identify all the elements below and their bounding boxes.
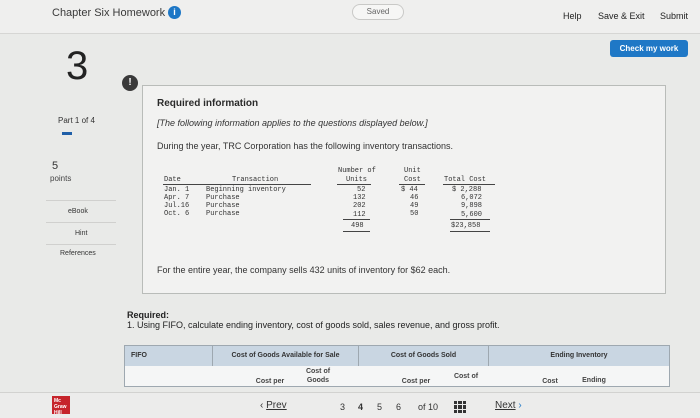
row-date: Jan. 1 (164, 186, 190, 194)
points-label: points (50, 174, 72, 183)
total-units: 498 (351, 222, 364, 230)
row-units: 132 (353, 194, 366, 202)
hint-link[interactable]: Hint (75, 230, 87, 237)
col-ending-header: Ending Inventory (489, 346, 669, 366)
row-date: Oct. 6 (164, 210, 190, 218)
panel-title: Required information (157, 98, 259, 109)
sub-cost-ending: Cost (542, 378, 558, 385)
total-double-underline (450, 231, 490, 232)
prev-button[interactable]: ‹ Prev (260, 400, 287, 411)
grid-cell (462, 405, 466, 409)
header-date: Date (164, 176, 181, 184)
col-sold-header: Cost of Goods Sold (359, 346, 489, 366)
page-total: of 10 (418, 402, 439, 412)
prev-label: Prev (266, 400, 287, 411)
total-double-underline (343, 231, 370, 232)
points-value: 5 (52, 160, 59, 172)
header-units-1: Number of (338, 167, 376, 175)
check-my-work-button[interactable]: Check my work (610, 40, 688, 57)
page-5[interactable]: 5 (377, 402, 382, 412)
row-units: 112 (353, 211, 366, 219)
row-units: 202 (353, 202, 366, 210)
part-label: Part 1 of 4 (58, 116, 95, 125)
submit-link[interactable]: Submit (660, 11, 688, 21)
row-transaction: Purchase (206, 210, 240, 218)
row-cost: 50 (410, 210, 419, 218)
row-total: 6,072 (461, 194, 483, 202)
row-cost: 46 (410, 194, 419, 202)
sub-cost-per: Cost per (255, 378, 285, 385)
panel-note: [The following information applies to th… (157, 118, 428, 128)
grid-icon[interactable] (454, 401, 466, 413)
row-total: 9,898 (461, 202, 483, 210)
row-transaction: Beginning inventory (206, 186, 286, 194)
part-progress-bar (62, 132, 72, 135)
next-label: Next (495, 400, 516, 411)
logo-line: Hill (54, 410, 62, 416)
sidebar-divider (46, 244, 116, 245)
grid-cell (462, 401, 466, 405)
question-number: 3 (66, 44, 89, 88)
ebook-link[interactable]: eBook (68, 208, 88, 215)
sub-cost-of: Cost of (305, 368, 331, 375)
sub-ending: Ending (582, 377, 606, 384)
grid-cell (454, 401, 458, 405)
row-transaction: Purchase (206, 202, 240, 210)
row-total: $ 2,288 (452, 186, 482, 194)
grid-cell (458, 401, 462, 405)
sidebar-divider (46, 200, 116, 201)
row-date: Jul.16 (164, 202, 190, 210)
chevron-right-icon: › (518, 400, 522, 411)
required-item: 1. Using FIFO, calculate ending inventor… (127, 320, 500, 330)
grid-cell (462, 409, 466, 413)
row-units: 52 (357, 186, 366, 194)
info-icon[interactable]: i (168, 6, 181, 19)
page-6[interactable]: 6 (396, 402, 401, 412)
save-exit-link[interactable]: Save & Exit (598, 11, 645, 21)
row-cost: 49 (410, 202, 419, 210)
required-heading: Required: (127, 310, 170, 320)
sub-goods: Goods (306, 377, 330, 384)
row-cost: $ 44 (401, 186, 418, 194)
saved-status: Saved (352, 4, 404, 20)
col-available-header: Cost of Goods Available for Sale (213, 346, 359, 366)
bottom-bar (0, 392, 700, 418)
header-cost-1: Unit (404, 167, 421, 175)
header-underline (399, 184, 425, 185)
header-cost-2: Cost (404, 176, 421, 184)
panel-intro: During the year, TRC Corporation has the… (157, 141, 453, 151)
header-units-2: Units (346, 176, 368, 184)
page-3[interactable]: 3 (340, 402, 345, 412)
grid-cell (458, 405, 462, 409)
grid-cell (458, 409, 462, 413)
grid-cell (454, 405, 458, 409)
chevron-left-icon: ‹ (260, 400, 264, 411)
header-underline (443, 184, 495, 185)
assignment-title: Chapter Six Homework (52, 7, 166, 19)
header-transaction: Transaction (232, 176, 279, 184)
next-button[interactable]: Next › (495, 400, 522, 411)
page-4[interactable]: 4 (358, 402, 363, 412)
row-total: 5,600 (461, 211, 483, 219)
mcgraw-hill-logo: Mc Graw Hill (52, 396, 70, 416)
row-transaction: Purchase (206, 194, 240, 202)
sub-cost-per-sold: Cost per (401, 378, 431, 385)
total-underline (450, 219, 490, 220)
alert-icon: ! (122, 75, 138, 91)
sidebar-divider (46, 222, 116, 223)
fifo-header: FIFO (125, 346, 213, 366)
help-link[interactable]: Help (563, 11, 582, 21)
sub-cost-of-sold: Cost of (453, 373, 479, 380)
sales-text: For the entire year, the company sells 4… (157, 265, 451, 275)
total-underline (343, 219, 370, 220)
header-underline (337, 184, 371, 185)
grid-cell (454, 409, 458, 413)
references-link[interactable]: References (60, 250, 96, 257)
row-date: Apr. 7 (164, 194, 190, 202)
header-underline (163, 184, 311, 185)
total-cost: $23,858 (451, 222, 481, 230)
header-total-cost: Total Cost (444, 176, 487, 184)
